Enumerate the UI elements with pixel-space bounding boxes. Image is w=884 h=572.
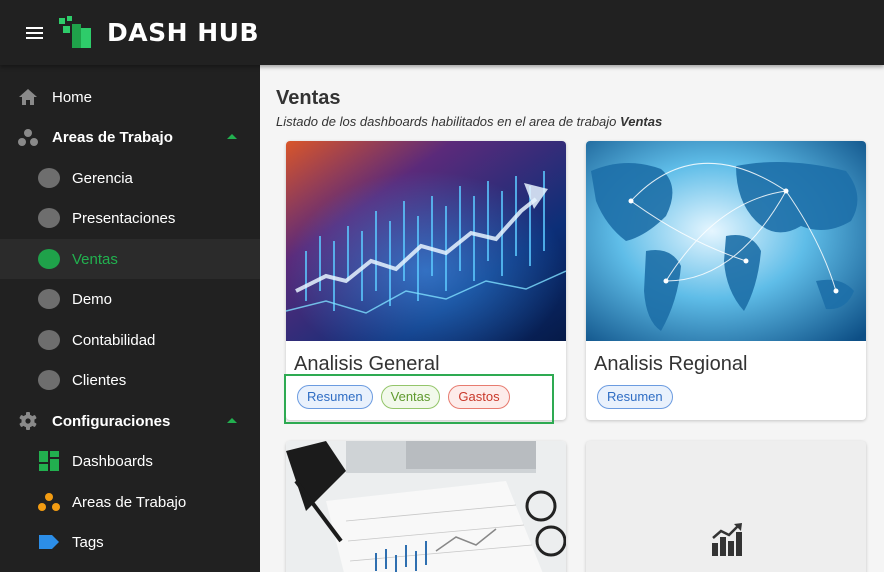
brand-title: DASH HUB bbox=[107, 18, 260, 47]
sidebar-item-ventas[interactable]: Ventas bbox=[0, 239, 260, 279]
dashboard-card-desk[interactable] bbox=[286, 441, 566, 572]
sidebar: Home Areas de Trabajo Gerencia Presentac… bbox=[0, 65, 260, 572]
sidebar-item-label: Clientes bbox=[72, 371, 127, 389]
desk-documents-image bbox=[286, 441, 566, 572]
tag-list: Resumen bbox=[597, 385, 673, 409]
sidebar-item-clientes[interactable]: Clientes bbox=[0, 360, 260, 400]
sidebar-item-label: Ventas bbox=[72, 250, 118, 268]
card-title: Analisis General bbox=[294, 353, 440, 375]
page-subtitle: Listado de los dashboards habilitados en… bbox=[276, 114, 662, 129]
sidebar-item-demo[interactable]: Demo bbox=[0, 279, 260, 319]
sidebar-item-dashboards[interactable]: Dashboards bbox=[0, 441, 260, 481]
sidebar-item-home[interactable]: Home bbox=[0, 77, 260, 117]
menu-icon[interactable] bbox=[22, 22, 48, 44]
tag-chip[interactable]: Resumen bbox=[297, 385, 373, 409]
sidebar-item-label: Home bbox=[52, 88, 93, 106]
circle-icon bbox=[38, 289, 60, 309]
tag-list: Resumen Ventas Gastos bbox=[297, 385, 510, 409]
circle-icon bbox=[38, 168, 60, 188]
sidebar-item-areas-config[interactable]: Areas de Trabajo bbox=[0, 482, 260, 522]
circle-icon bbox=[38, 208, 60, 228]
page-title: Ventas bbox=[276, 87, 341, 109]
tag-chip[interactable]: Ventas bbox=[380, 385, 441, 409]
circle-icon bbox=[38, 249, 60, 269]
sidebar-item-gerencia[interactable]: Gerencia bbox=[0, 158, 260, 198]
financial-chart-image bbox=[286, 141, 566, 341]
sidebar-item-label: Tags bbox=[72, 533, 104, 551]
sidebar-item-label: Areas de Trabajo bbox=[52, 128, 173, 146]
tag-icon bbox=[39, 535, 59, 549]
sidebar-item-configuraciones[interactable]: Configuraciones bbox=[0, 401, 260, 441]
sidebar-item-label: Demo bbox=[72, 290, 113, 308]
subtitle-area: Ventas bbox=[620, 114, 663, 129]
sidebar-item-label: Configuraciones bbox=[52, 412, 171, 430]
workspaces-icon bbox=[18, 129, 38, 146]
chevron-up-icon[interactable] bbox=[227, 418, 237, 423]
sidebar-item-presentaciones[interactable]: Presentaciones bbox=[0, 198, 260, 238]
chevron-up-icon[interactable] bbox=[227, 134, 237, 139]
circle-icon bbox=[38, 330, 60, 350]
sidebar-item-tags[interactable]: Tags bbox=[0, 522, 260, 562]
world-map-image bbox=[586, 141, 866, 341]
sidebar-item-areas-de-trabajo[interactable]: Areas de Trabajo bbox=[0, 117, 260, 157]
sidebar-item-label: Areas de Trabajo bbox=[72, 493, 187, 511]
home-icon bbox=[19, 89, 37, 105]
tag-chip[interactable]: Resumen bbox=[597, 385, 673, 409]
workspaces-icon bbox=[38, 493, 60, 511]
bar-chart-placeholder-icon bbox=[712, 523, 742, 556]
sidebar-item-label: Gerencia bbox=[72, 169, 133, 187]
sidebar-item-label: Contabilidad bbox=[72, 331, 156, 349]
main-content: Ventas Listado de los dashboards habilit… bbox=[260, 65, 884, 572]
dashboard-grid-icon bbox=[39, 451, 59, 471]
sidebar-item-label: Presentaciones bbox=[72, 209, 176, 227]
top-app-bar: DASH HUB bbox=[0, 0, 884, 65]
circle-icon bbox=[38, 370, 60, 390]
dashboard-card-analisis-regional[interactable]: Analisis Regional Resumen bbox=[586, 141, 866, 420]
subtitle-text: Listado de los dashboards habilitados en… bbox=[276, 114, 617, 129]
dashboard-card-analisis-general[interactable]: Analisis General Resumen Ventas Gastos bbox=[286, 141, 566, 420]
logo-icon bbox=[59, 16, 91, 48]
tag-chip[interactable]: Gastos bbox=[448, 385, 510, 409]
dashboard-card-placeholder[interactable] bbox=[586, 441, 866, 572]
sidebar-item-label: Dashboards bbox=[72, 452, 153, 470]
gear-icon bbox=[19, 412, 37, 430]
card-title: Analisis Regional bbox=[594, 353, 748, 375]
sidebar-item-contabilidad[interactable]: Contabilidad bbox=[0, 320, 260, 360]
